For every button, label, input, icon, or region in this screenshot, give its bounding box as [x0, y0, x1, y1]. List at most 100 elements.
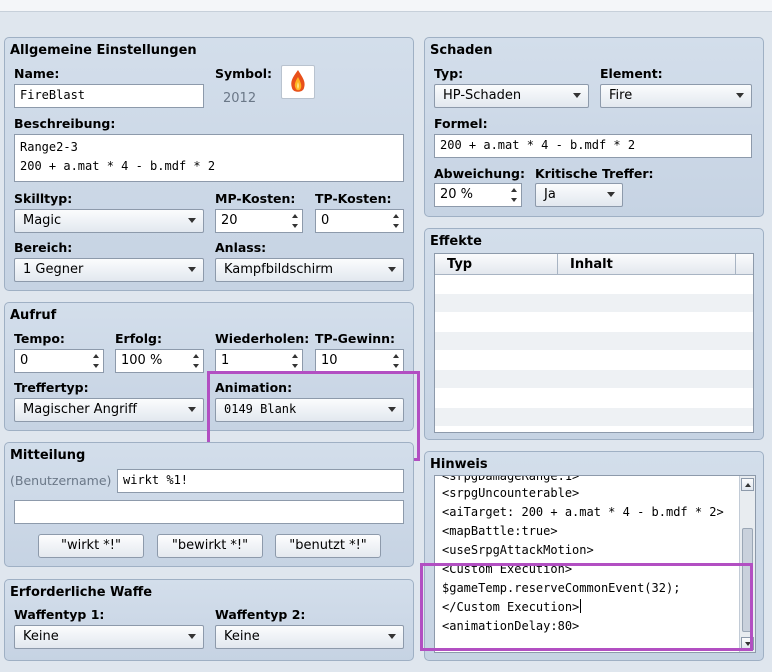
spin-down-icon[interactable]: [193, 364, 199, 368]
effects-table[interactable]: Typ Inhalt: [434, 253, 754, 433]
user-name-label: (Benutzername): [10, 473, 112, 488]
panel-required-weapon: Erforderliche Waffe Waffentyp 1: Keine W…: [4, 579, 414, 661]
chevron-down-icon: [388, 634, 396, 639]
damage-type-label: Typ:: [434, 66, 464, 81]
formula-input[interactable]: 200 + a.mat * 4 - b.mdf * 2: [434, 134, 752, 158]
note-line: <srpgUncounterable>: [442, 486, 580, 500]
note-line: <useSrpgAttackMotion>: [442, 543, 594, 557]
panel-effects: Effekte Typ Inhalt: [424, 228, 764, 440]
spin-up-icon[interactable]: [193, 354, 199, 358]
note-line: <aiTarget: 200 + a.mat * 4 - b.mdf * 2>: [442, 505, 724, 519]
weapon-type2-dropdown[interactable]: Keine: [215, 625, 404, 649]
table-row[interactable]: [435, 313, 753, 332]
benutzt-button[interactable]: "benutzt *!": [275, 534, 381, 558]
chevron-down-icon: [188, 634, 196, 639]
weapon-type2-label: Waffentyp 2:: [215, 607, 306, 622]
tp-cost-spinner[interactable]: 0: [315, 209, 404, 233]
repeat-spinner[interactable]: 1: [215, 349, 303, 373]
spin-up-icon[interactable]: [292, 354, 298, 358]
success-value: 100 %: [121, 353, 163, 368]
formula-label: Formel:: [434, 116, 488, 131]
damage-type-dropdown[interactable]: HP-Schaden: [434, 84, 589, 108]
column-header-type[interactable]: Typ: [447, 257, 472, 272]
critical-dropdown[interactable]: Ja: [535, 183, 623, 207]
weapon-type2-value: Keine: [224, 629, 260, 644]
column-header-content[interactable]: Inhalt: [570, 257, 613, 272]
note-line-cut: <srpgDamageRange:1>: [442, 476, 580, 483]
effects-table-header: Typ Inhalt: [435, 254, 753, 275]
table-row[interactable]: [435, 294, 753, 313]
message-line1-input[interactable]: wirkt %1!: [117, 469, 404, 493]
repeat-value: 1: [221, 353, 230, 368]
panel-damage: Schaden Typ: HP-Schaden Element: Fire Fo…: [424, 37, 764, 217]
table-row[interactable]: [435, 275, 753, 294]
tp-cost-label: TP-Kosten:: [315, 191, 392, 206]
spin-up-icon[interactable]: [393, 354, 399, 358]
spin-up-icon[interactable]: [511, 188, 517, 192]
wirkt-button[interactable]: "wirkt *!": [38, 534, 144, 558]
column-divider: [735, 254, 736, 275]
spin-down-icon[interactable]: [393, 224, 399, 228]
panel-title: Effekte: [430, 234, 482, 249]
scope-dropdown[interactable]: 1 Gegner: [14, 258, 204, 282]
mp-cost-value: 20: [221, 213, 238, 228]
chevron-down-icon: [573, 93, 581, 98]
chevron-down-icon: [188, 267, 196, 272]
chevron-down-icon: [736, 93, 744, 98]
spin-down-icon[interactable]: [511, 198, 517, 202]
weapon-type1-label: Waffentyp 1:: [14, 607, 105, 622]
name-label: Name:: [14, 66, 60, 81]
chevron-down-icon: [188, 218, 196, 223]
hit-type-dropdown[interactable]: Magischer Angriff: [14, 398, 204, 422]
table-row[interactable]: [435, 389, 753, 408]
message-line2-input[interactable]: [14, 500, 404, 524]
success-label: Erfolg:: [115, 331, 162, 346]
spin-down-icon[interactable]: [292, 364, 298, 368]
symbol-label: Symbol:: [215, 66, 272, 81]
success-spinner[interactable]: 100 %: [115, 349, 204, 373]
description-line: 200 + a.mat * 4 - b.mdf * 2: [20, 159, 216, 173]
tp-gain-spinner[interactable]: 10: [315, 349, 404, 373]
table-row[interactable]: [435, 408, 753, 427]
damage-type-value: HP-Schaden: [443, 88, 522, 103]
speed-value: 0: [20, 353, 29, 368]
spin-down-icon[interactable]: [393, 364, 399, 368]
element-dropdown[interactable]: Fire: [600, 84, 752, 108]
panel-message: Mitteilung (Benutzername) wirkt %1! "wir…: [4, 442, 414, 567]
skilltype-dropdown[interactable]: Magic: [14, 209, 204, 233]
speed-spinner[interactable]: 0: [14, 349, 104, 373]
effects-table-body: [435, 275, 753, 427]
bewirkt-button[interactable]: "bewirkt *!": [157, 534, 263, 558]
repeat-label: Wiederholen:: [215, 331, 310, 346]
hit-type-value: Magischer Angriff: [23, 402, 137, 417]
occasion-dropdown[interactable]: Kampfbildschirm: [215, 258, 404, 282]
window-top-bar: [0, 0, 772, 12]
panel-title: Allgemeine Einstellungen: [10, 43, 197, 58]
chevron-down-icon: [388, 267, 396, 272]
spin-down-icon[interactable]: [292, 224, 298, 228]
table-row[interactable]: [435, 332, 753, 351]
spin-up-icon[interactable]: [393, 214, 399, 218]
fire-skill-icon[interactable]: [281, 65, 315, 99]
spin-down-icon[interactable]: [93, 364, 99, 368]
panel-title: Hinweis: [430, 457, 488, 472]
description-label: Beschreibung:: [14, 116, 116, 131]
variance-label: Abweichung:: [434, 166, 525, 181]
name-input[interactable]: FireBlast: [14, 84, 204, 108]
occasion-value: Kampfbildschirm: [224, 262, 334, 277]
table-row[interactable]: [435, 370, 753, 389]
variance-spinner[interactable]: 20 %: [434, 183, 522, 207]
spin-up-icon[interactable]: [292, 214, 298, 218]
table-row[interactable]: [435, 351, 753, 370]
weapon-type1-dropdown[interactable]: Keine: [14, 625, 204, 649]
mp-cost-spinner[interactable]: 20: [215, 209, 303, 233]
description-textarea[interactable]: Range2-3 200 + a.mat * 4 - b.mdf * 2: [14, 134, 404, 182]
hit-type-label: Treffertyp:: [14, 380, 89, 395]
skilltype-value: Magic: [23, 213, 62, 228]
variance-value: 20 %: [440, 187, 474, 202]
scroll-up-button[interactable]: [741, 478, 754, 491]
spin-up-icon[interactable]: [93, 354, 99, 358]
element-value: Fire: [609, 88, 633, 103]
description-line: Range2-3: [20, 140, 78, 154]
skilltype-label: Skilltyp:: [14, 191, 73, 206]
